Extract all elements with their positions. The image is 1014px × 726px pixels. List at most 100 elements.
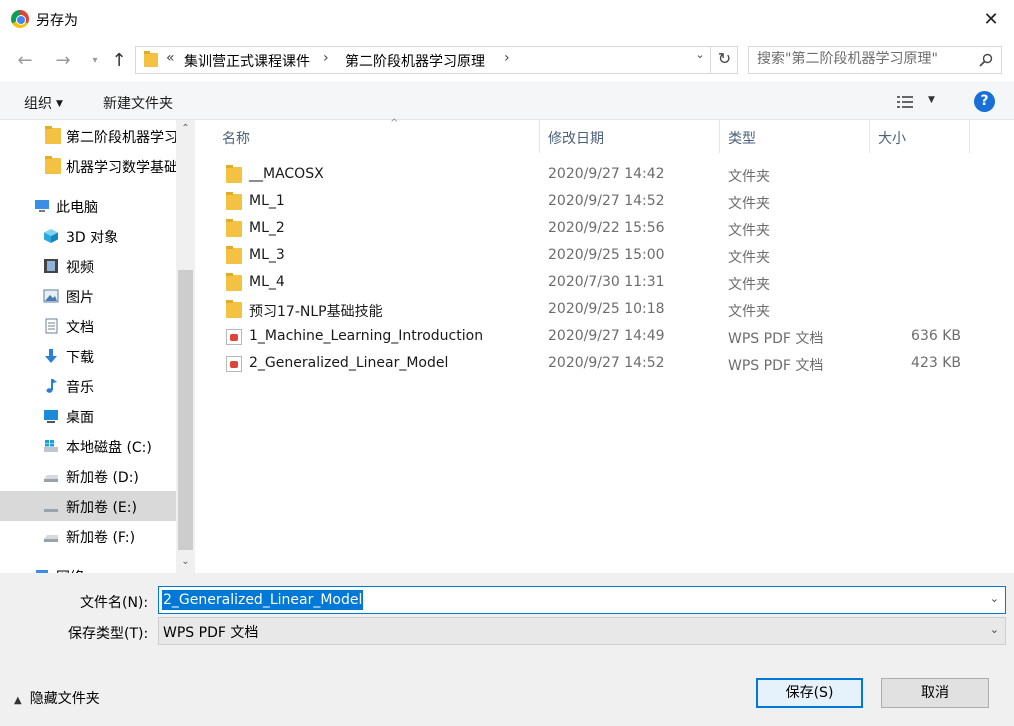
- drive-icon: [44, 475, 58, 482]
- nav-item-videos[interactable]: 视频: [0, 251, 176, 281]
- file-type: 文件夹: [728, 223, 770, 239]
- breadcrumb-overflow[interactable]: «: [166, 50, 175, 66]
- close-button[interactable]: ✕: [968, 0, 1014, 38]
- forward-button[interactable]: →: [52, 50, 74, 71]
- hide-folders-label: 隐藏文件夹: [29, 691, 100, 707]
- sort-up-icon: ^: [390, 118, 399, 129]
- new-folder-button[interactable]: 新建文件夹: [103, 93, 173, 113]
- file-row[interactable]: ML_4 2020/7/30 11:31 文件夹: [218, 270, 978, 297]
- nav-item-drive-e[interactable]: 新加卷 (E:): [0, 491, 176, 521]
- nav-item-label: 第二阶段机器学习: [66, 130, 178, 146]
- caret-down-icon[interactable]: ▼: [928, 95, 935, 105]
- file-row[interactable]: 预习17-NLP基础技能 2020/9/25 10:18 文件夹: [218, 297, 978, 324]
- cancel-button[interactable]: 取消: [881, 678, 989, 708]
- nav-item-label: 新加卷 (E:): [66, 500, 137, 516]
- column-header-type[interactable]: 类型: [720, 120, 870, 153]
- column-header-label: 大小: [878, 131, 906, 147]
- file-name: 预习17-NLP基础技能: [249, 304, 383, 320]
- help-icon[interactable]: ?: [974, 91, 995, 112]
- file-row[interactable]: __MACOSX 2020/9/27 14:42 文件夹: [218, 162, 978, 189]
- nav-item-ml-math[interactable]: 机器学习数学基础: [0, 151, 178, 181]
- file-size: 636 KB: [911, 328, 961, 344]
- nav-item-documents[interactable]: 文档: [0, 311, 176, 341]
- file-date: 2020/9/27 14:52: [548, 193, 665, 209]
- save-type-select[interactable]: WPS PDF 文档 ⌄: [158, 617, 1006, 645]
- close-icon: ✕: [983, 8, 999, 30]
- nav-item-3d-objects[interactable]: 3D 对象: [0, 221, 176, 251]
- pdf-icon: [226, 356, 242, 372]
- column-header-label: 修改日期: [548, 131, 604, 147]
- file-name: ML_3: [249, 247, 285, 263]
- chevron-up-icon[interactable]: ⌃: [176, 120, 195, 137]
- nav-item-drive-c[interactable]: 本地磁盘 (C:): [0, 431, 176, 461]
- nav-item-network[interactable]: 网络: [0, 561, 176, 573]
- nav-item-drive-d[interactable]: 新加卷 (D:): [0, 461, 176, 491]
- filename-field[interactable]: 2_Generalized_Linear_Model ⌄: [158, 586, 1006, 614]
- file-name: ML_2: [249, 220, 285, 236]
- folder-icon: [226, 273, 242, 291]
- computer-icon: [35, 200, 49, 212]
- nav-item-label: 此电脑: [56, 200, 98, 216]
- search-input[interactable]: [757, 51, 977, 67]
- refresh-icon: ↻: [717, 49, 732, 68]
- back-button[interactable]: ←: [14, 50, 36, 71]
- chevron-right-icon[interactable]: ›: [323, 50, 329, 66]
- chevron-down-icon[interactable]: ⌄: [176, 553, 195, 571]
- column-header-size[interactable]: 大小: [870, 120, 970, 153]
- filename-input[interactable]: 2_Generalized_Linear_Model: [162, 590, 364, 610]
- file-date: 2020/9/27 14:42: [548, 166, 665, 182]
- file-row[interactable]: 2_Generalized_Linear_Model 2020/9/27 14:…: [218, 351, 978, 378]
- file-row[interactable]: ML_2 2020/9/22 15:56 文件夹: [218, 216, 978, 243]
- download-icon: [45, 349, 57, 363]
- search-box[interactable]: [748, 46, 1002, 74]
- refresh-button[interactable]: ↻: [710, 46, 738, 74]
- nav-item-label: 3D 对象: [66, 230, 119, 246]
- folder-icon: [226, 246, 242, 264]
- file-date: 2020/9/27 14:52: [548, 355, 665, 371]
- breadcrumb-item[interactable]: 集训营正式课程课件: [184, 51, 310, 71]
- cube-icon: [44, 229, 58, 243]
- nav-scrollbar[interactable]: ⌃ ⌄: [176, 120, 195, 573]
- file-name: ML_1: [249, 193, 285, 209]
- nav-item-pictures[interactable]: 图片: [0, 281, 176, 311]
- column-header-name[interactable]: ^ 名称: [214, 118, 540, 153]
- breadcrumb-item[interactable]: 第二阶段机器学习原理: [345, 51, 485, 71]
- hide-folders-toggle[interactable]: ▲ 隐藏文件夹: [14, 688, 100, 708]
- nav-item-downloads[interactable]: 下载: [0, 341, 176, 371]
- chevron-down-icon[interactable]: ⌄: [990, 592, 999, 605]
- view-options-icon[interactable]: [896, 94, 914, 110]
- filename-label: 文件名(N):: [80, 595, 149, 611]
- column-header-date[interactable]: 修改日期: [540, 120, 720, 153]
- nav-item-label: 文档: [66, 320, 94, 336]
- column-header-label: 类型: [728, 131, 756, 147]
- nav-item-music[interactable]: 音乐: [0, 371, 176, 401]
- nav-item-desktop[interactable]: 桌面: [0, 401, 176, 431]
- file-row[interactable]: ML_3 2020/9/25 15:00 文件夹: [218, 243, 978, 270]
- chevron-down-icon[interactable]: ⌄: [990, 623, 999, 636]
- title-bar: 另存为 ✕: [0, 0, 1014, 38]
- save-button[interactable]: 保存(S): [756, 678, 863, 708]
- drive-icon: [44, 505, 58, 512]
- address-bar[interactable]: « 集训营正式课程课件 › 第二阶段机器学习原理 ›: [135, 46, 738, 74]
- file-row[interactable]: ML_1 2020/9/27 14:52 文件夹: [218, 189, 978, 216]
- nav-item-label: 桌面: [66, 410, 94, 426]
- scrollbar-thumb[interactable]: [178, 270, 193, 550]
- file-row[interactable]: 1_Machine_Learning_Introduction 2020/9/2…: [218, 324, 978, 351]
- folder-icon: [45, 126, 61, 144]
- up-button[interactable]: ↑: [108, 50, 130, 71]
- chevron-right-icon[interactable]: ›: [504, 50, 510, 66]
- nav-item-label: 视频: [66, 260, 94, 276]
- recent-locations-button[interactable]: ▾: [84, 55, 106, 66]
- file-type: WPS PDF 文档: [728, 331, 824, 347]
- address-row: ← → ▾ ↑ « 集训营正式课程课件 › 第二阶段机器学习原理 › ⌄ ↻: [0, 38, 1014, 82]
- file-type: WPS PDF 文档: [728, 358, 824, 374]
- chrome-icon: [11, 10, 29, 28]
- organize-menu[interactable]: 组织 ▼: [24, 93, 63, 113]
- folder-icon: [144, 51, 158, 67]
- nav-item-drive-f[interactable]: 新加卷 (F:): [0, 521, 176, 551]
- chevron-down-icon[interactable]: ⌄: [693, 48, 707, 61]
- search-icon[interactable]: [979, 53, 993, 67]
- file-date: 2020/9/22 15:56: [548, 220, 665, 236]
- nav-item-stage2-ml[interactable]: 第二阶段机器学习: [0, 121, 178, 151]
- nav-item-this-pc[interactable]: 此电脑: [0, 191, 176, 221]
